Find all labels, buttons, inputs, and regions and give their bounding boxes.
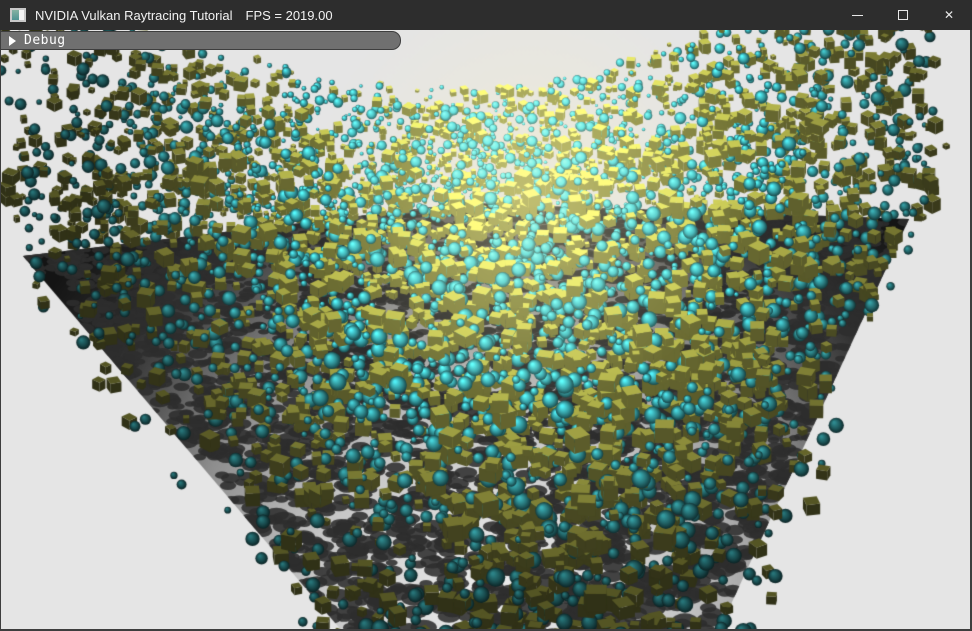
viewport-container (1, 30, 970, 629)
window-titlebar[interactable]: NVIDIA Vulkan Raytracing Tutorial FPS = … (0, 0, 972, 30)
minimize-icon (852, 15, 863, 16)
window-title: NVIDIA Vulkan Raytracing Tutorial (35, 8, 233, 23)
window-controls: ✕ (834, 0, 972, 30)
app-icon-right (19, 10, 24, 20)
maximize-icon (898, 10, 908, 20)
debug-label: Debug (24, 33, 66, 48)
app-icon-left (12, 10, 19, 20)
collapsed-arrow-icon (9, 36, 16, 46)
maximize-button[interactable] (880, 0, 926, 30)
minimize-button[interactable] (834, 0, 880, 30)
debug-header[interactable]: Debug (1, 31, 401, 50)
app-window: NVIDIA Vulkan Raytracing Tutorial FPS = … (0, 0, 972, 631)
app-icon (10, 8, 26, 22)
close-button[interactable]: ✕ (926, 0, 972, 30)
fps-counter: FPS = 2019.00 (246, 8, 333, 23)
close-icon: ✕ (944, 9, 954, 21)
viewport-3d-scene[interactable] (1, 30, 970, 629)
